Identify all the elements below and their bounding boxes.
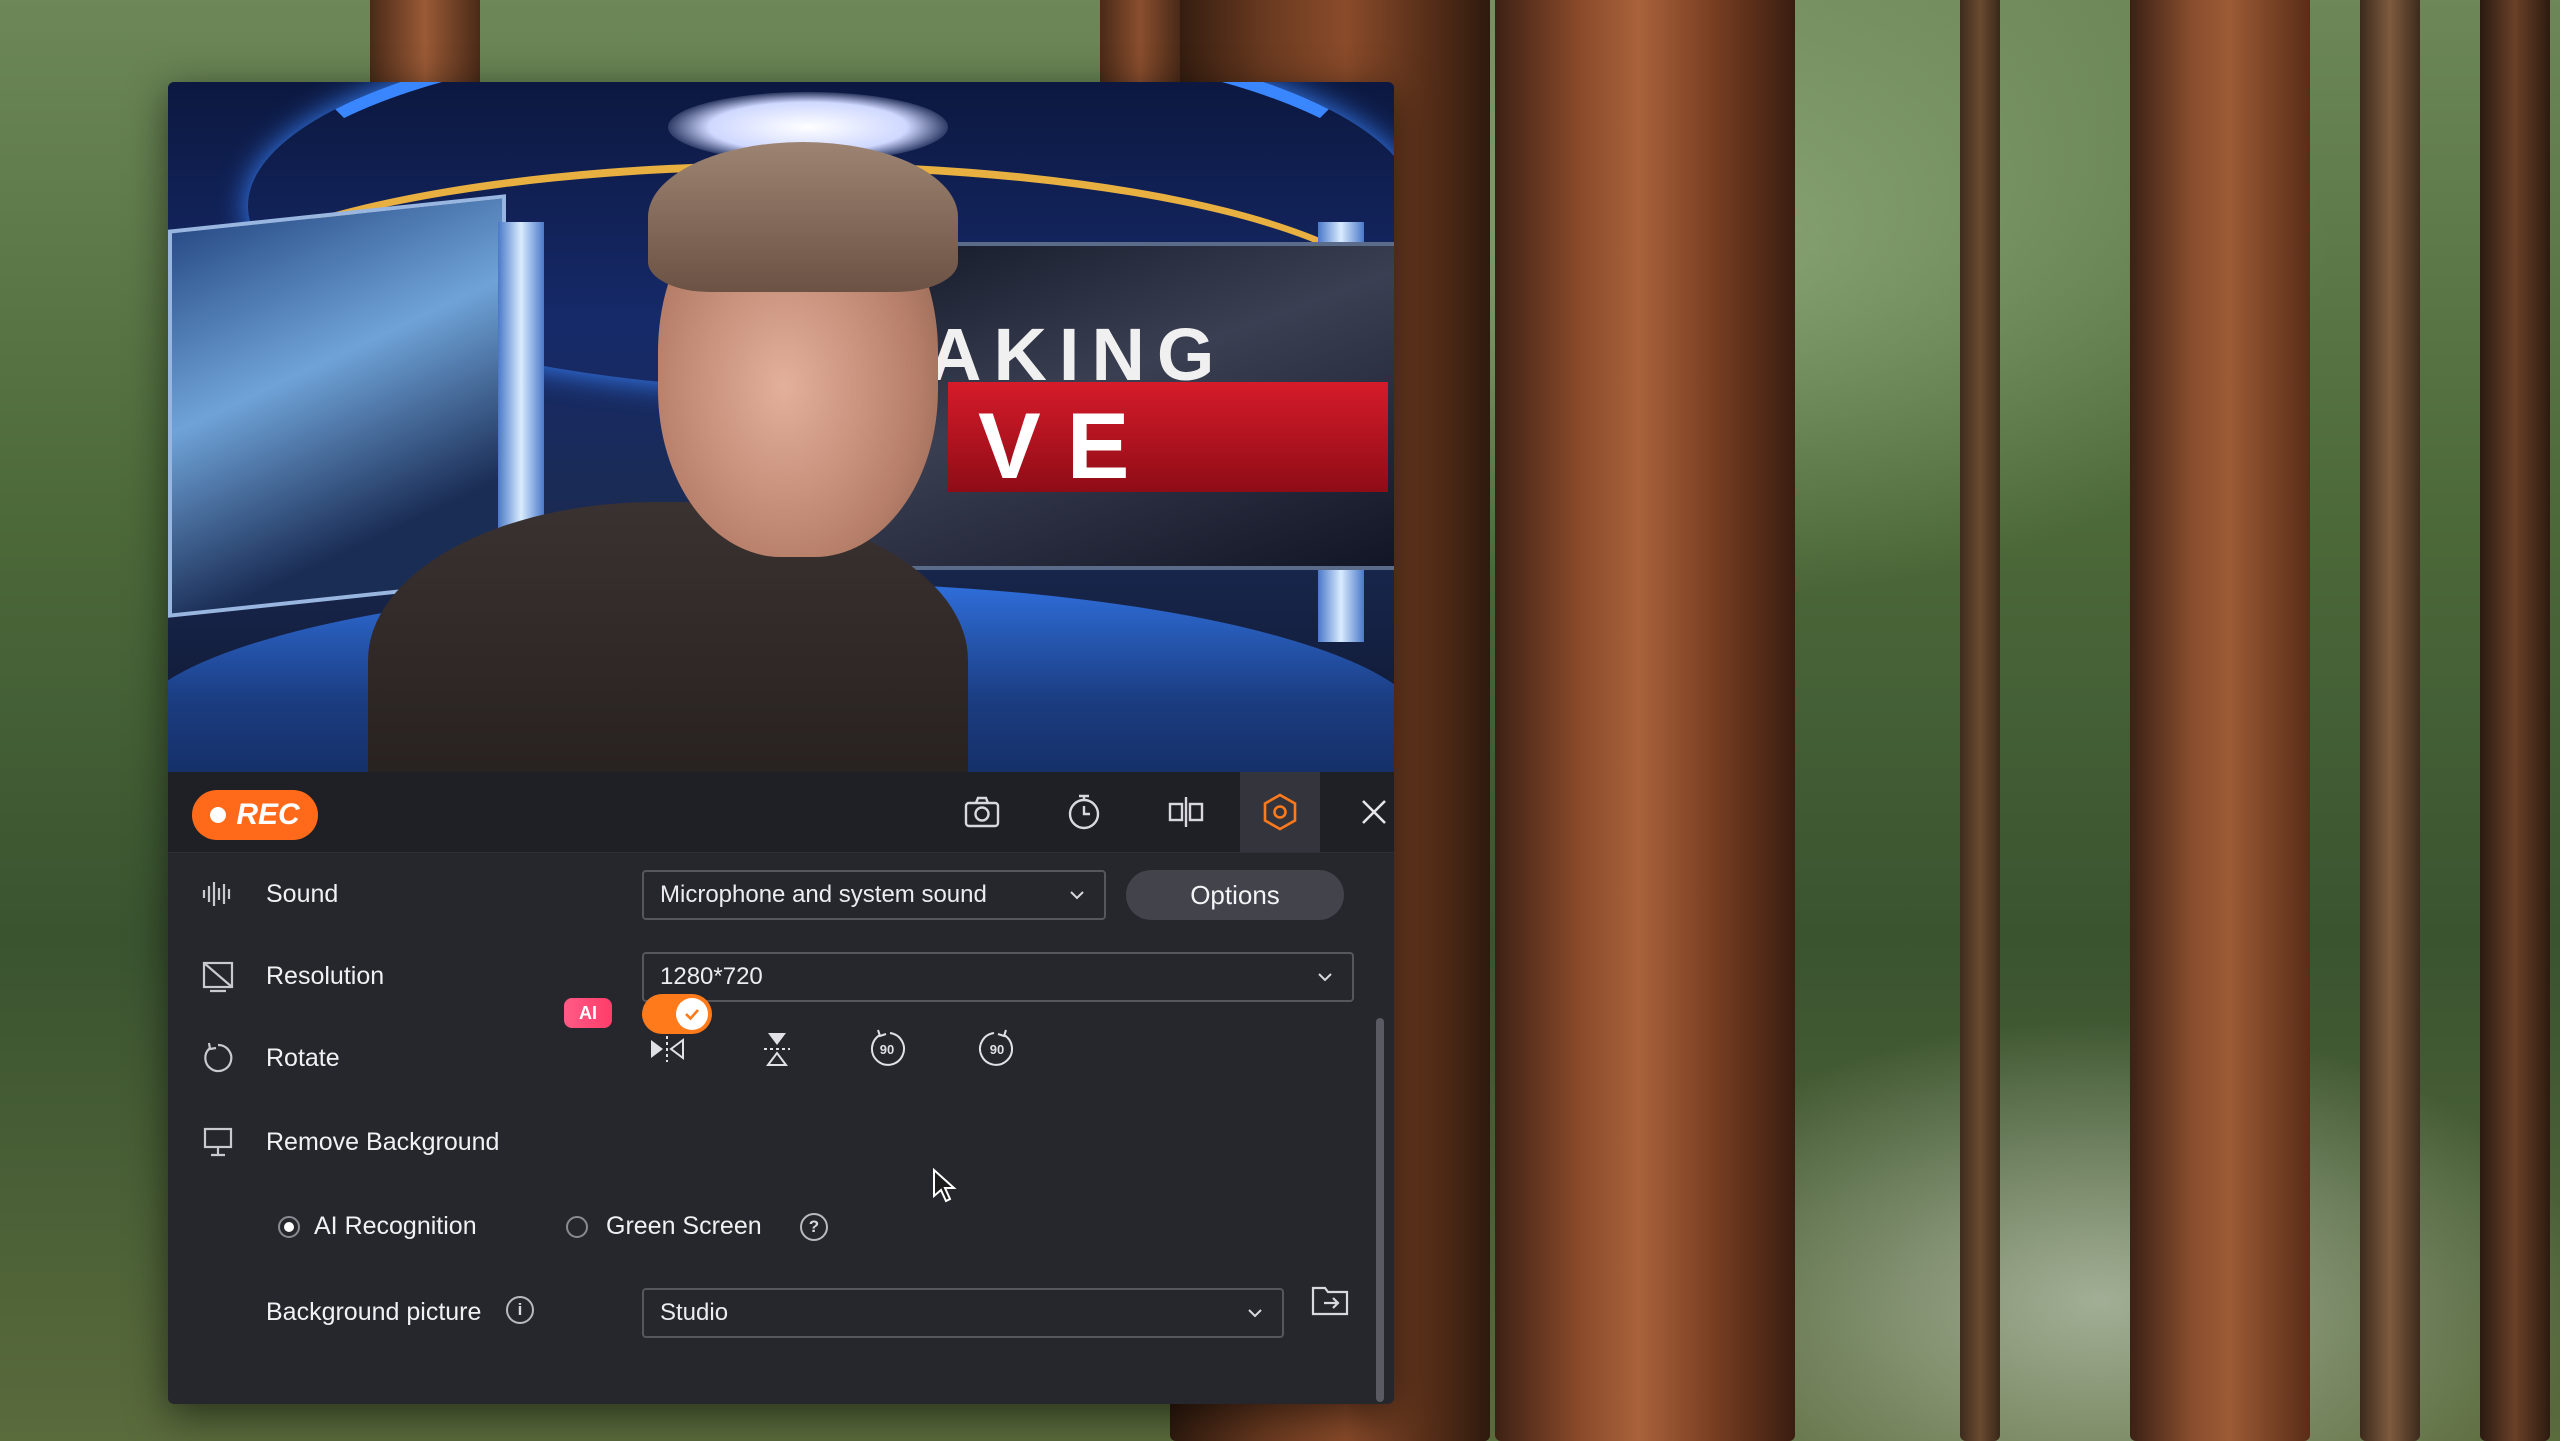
camera-icon [964, 796, 1000, 828]
background-picture-label: Background picture [266, 1298, 482, 1326]
camera-preview: AKING VE [168, 82, 1394, 772]
rotate-label: Rotate [266, 1044, 340, 1072]
remove-background-icon [200, 1124, 236, 1160]
settings-icon [1263, 793, 1297, 831]
rotate-left-text: 90 [880, 1042, 894, 1057]
tree-trunk [370, 0, 480, 90]
browse-folder-button[interactable] [1308, 1278, 1352, 1322]
mirror-button[interactable] [1146, 772, 1226, 852]
mouse-cursor-icon [933, 1168, 957, 1203]
ai-recognition-label: AI Recognition [314, 1212, 477, 1240]
rec-label: REC [236, 798, 300, 831]
close-icon [1362, 800, 1386, 824]
remove-background-label: Remove Background [266, 1128, 500, 1156]
webcam-recorder-window: AKING VE REC Sound Microphone and system… [168, 82, 1394, 1404]
tree-trunk [1100, 0, 1180, 90]
help-icon[interactable]: ? [800, 1213, 828, 1241]
rotate-left-90-icon: 90 [870, 1029, 905, 1066]
mirror-icon [1168, 797, 1204, 827]
background-picture-select[interactable]: Studio [642, 1288, 1284, 1338]
toggle-check-icon [676, 998, 708, 1030]
settings-button[interactable] [1240, 772, 1320, 852]
chevron-down-icon [1070, 891, 1084, 900]
sound-options-button[interactable]: Options [1126, 870, 1344, 920]
resolution-select-value: 1280*720 [660, 963, 763, 990]
news-live-text: VE [978, 393, 1156, 498]
tree-trunk [2360, 0, 2420, 1441]
snapshot-button[interactable] [942, 772, 1022, 852]
panel-scrollbar[interactable] [1376, 1018, 1384, 1402]
chevron-down-icon [1248, 1309, 1262, 1318]
tree-trunk [1960, 0, 2000, 1441]
sound-icon [200, 876, 236, 912]
person-hair [648, 142, 958, 292]
resolution-label: Resolution [266, 962, 385, 990]
sound-select-value: Microphone and system sound [660, 881, 987, 908]
record-dot-icon [210, 807, 227, 823]
info-icon[interactable]: i [506, 1296, 534, 1324]
green-screen-label: Green Screen [606, 1212, 762, 1240]
rotate-right-text: 90 [990, 1042, 1004, 1057]
close-button[interactable] [1334, 772, 1394, 852]
tree-trunk [2130, 0, 2310, 1441]
rotate-right-90-icon: 90 [979, 1029, 1014, 1066]
timer-icon [1068, 794, 1100, 830]
green-screen-radio[interactable] [566, 1216, 588, 1238]
settings-panel: REC Sound Microphone and system sound Op… [168, 772, 1394, 1404]
flip-vertical-button[interactable] [752, 1024, 802, 1074]
flip-horizontal-icon [651, 1036, 684, 1062]
rec-button[interactable]: REC [192, 790, 318, 840]
timer-button[interactable] [1044, 772, 1124, 852]
tree-trunk [2480, 0, 2550, 1441]
folder-icon [1311, 1286, 1349, 1316]
rotate-icon [200, 1040, 236, 1076]
rotate-left-90-button[interactable]: 90 [862, 1024, 912, 1074]
ai-badge: AI [564, 998, 612, 1028]
flip-vertical-icon [764, 1033, 790, 1066]
rotate-right-90-button[interactable]: 90 [972, 1024, 1022, 1074]
resolution-icon [200, 958, 236, 994]
ai-recognition-radio[interactable] [278, 1216, 300, 1238]
sound-label: Sound [266, 880, 339, 908]
background-picture-value: Studio [660, 1299, 729, 1326]
resolution-select[interactable]: 1280*720 [642, 952, 1354, 1002]
sound-select[interactable]: Microphone and system sound [642, 870, 1106, 920]
tree-trunk [1495, 0, 1795, 1441]
chevron-down-icon [1318, 973, 1332, 982]
recorder-toolbar: REC [168, 772, 1394, 853]
remove-background-toggle[interactable] [642, 994, 712, 1034]
